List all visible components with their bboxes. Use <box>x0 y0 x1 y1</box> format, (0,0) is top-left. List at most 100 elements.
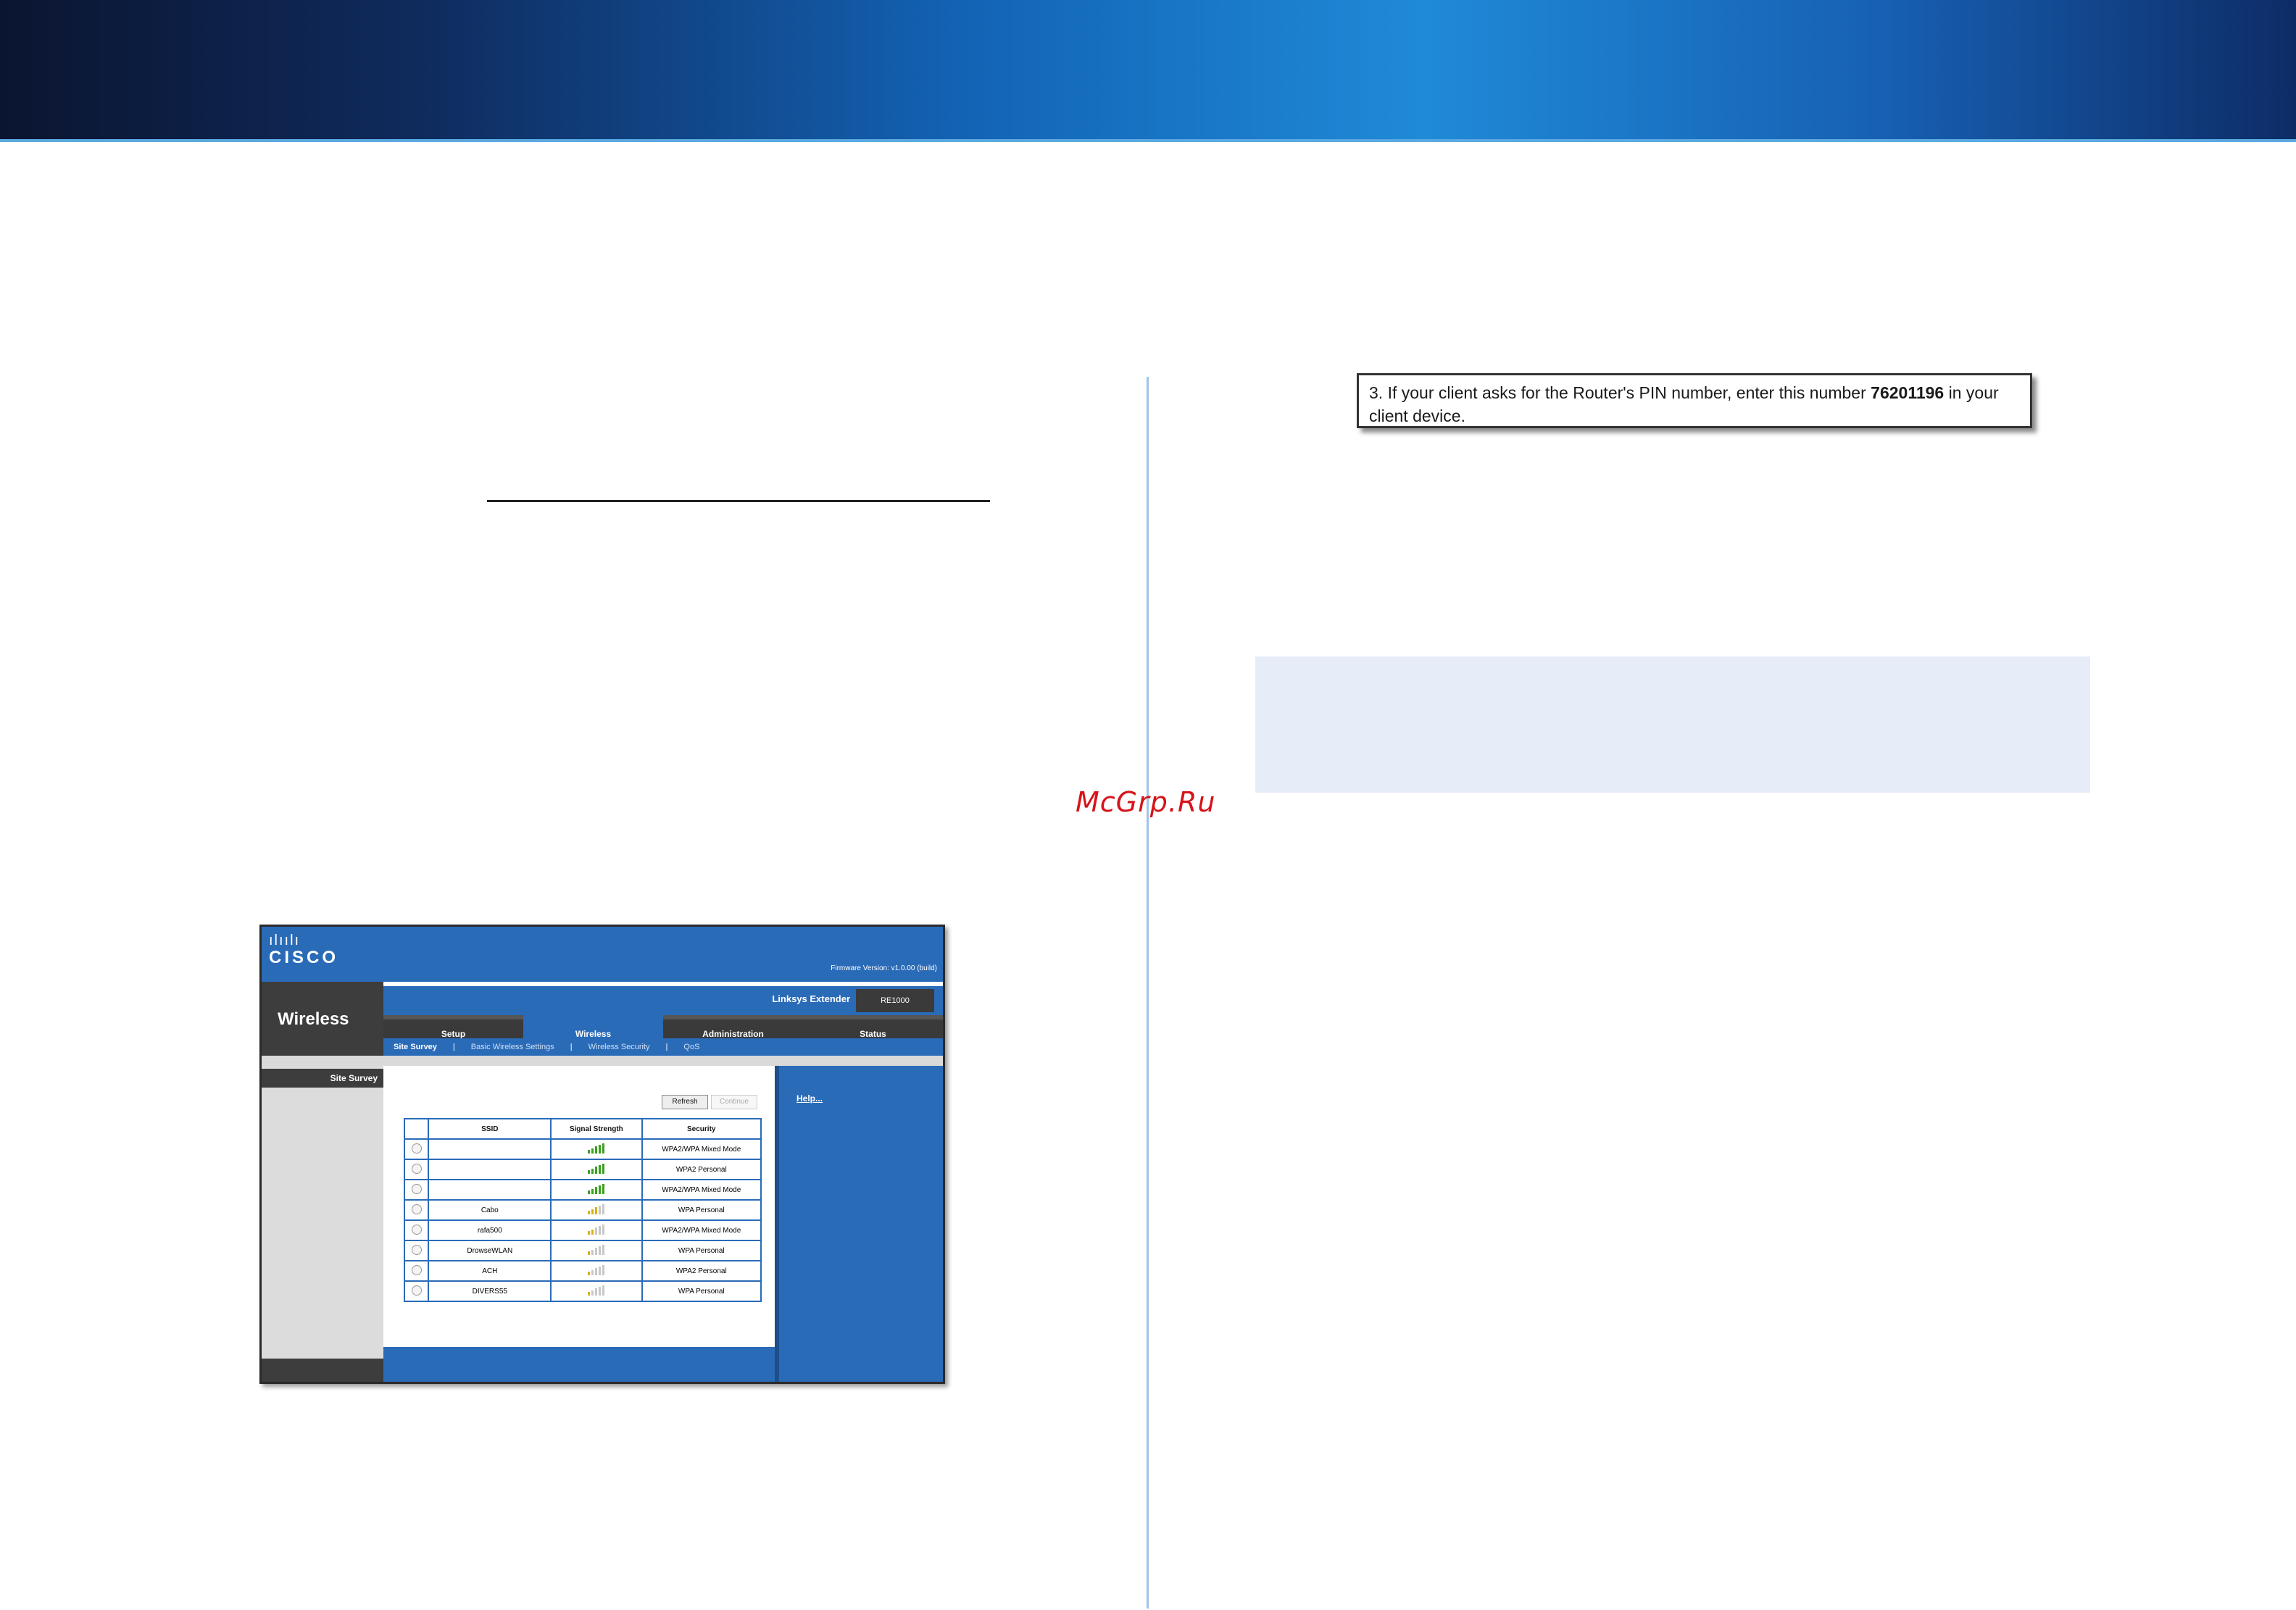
subtab-qos[interactable]: QoS <box>683 1043 699 1051</box>
select-radio[interactable] <box>411 1264 422 1275</box>
table-row[interactable]: WPA2 Personal <box>403 1159 762 1180</box>
product-name: Linksys Extender <box>772 993 850 1004</box>
tab-wireless[interactable]: Wireless <box>523 1015 663 1039</box>
signal-bar <box>595 1288 598 1296</box>
cisco-logo: ılıılı CISCO <box>269 933 338 967</box>
signal-bar <box>602 1264 605 1275</box>
security-cell: WPA2 Personal <box>641 1260 762 1282</box>
pin-instruction-box: 3. If your client asks for the Router's … <box>1357 373 2032 428</box>
left-nav: Site Survey <box>262 1066 383 1359</box>
product-bar: Linksys Extender RE1000 <box>383 986 943 1015</box>
help-link[interactable]: Help... <box>796 1093 823 1104</box>
column-divider <box>1147 377 1149 1609</box>
signal-bar <box>599 1266 602 1275</box>
select-radio[interactable] <box>411 1183 422 1194</box>
select-radio[interactable] <box>411 1204 422 1214</box>
continue-button[interactable]: Continue <box>711 1095 757 1109</box>
subtab-basic-wireless-settings[interactable]: Basic Wireless Settings <box>471 1043 554 1051</box>
ssid-cell: rafa500 <box>428 1219 552 1241</box>
table-row[interactable]: ACH WPA2 Personal <box>403 1260 762 1282</box>
signal-cell <box>550 1219 643 1241</box>
refresh-button[interactable]: Refresh <box>662 1095 708 1109</box>
footer-left <box>262 1359 383 1382</box>
signal-bar <box>588 1251 591 1255</box>
signal-bar <box>595 1146 598 1154</box>
table-row[interactable]: rafa500 WPA2/WPA Mixed Mode <box>403 1219 762 1241</box>
ssid-cell <box>428 1179 552 1201</box>
model-number: RE1000 <box>856 989 934 1012</box>
separator-strip <box>262 1056 943 1066</box>
select-radio[interactable] <box>411 1285 422 1296</box>
signal-cell <box>550 1240 643 1261</box>
signal-bar <box>602 1244 605 1255</box>
radio-cell <box>403 1219 430 1241</box>
ssid-cell <box>428 1159 552 1180</box>
left-nav-label: Site Survey <box>262 1069 383 1088</box>
signal-bar <box>588 1150 591 1154</box>
table-row[interactable]: DrowseWLAN WPA Personal <box>403 1240 762 1261</box>
help-panel: Help... <box>775 1066 943 1382</box>
sub-tabs: Site Survey | Basic Wireless Settings | Wire… <box>383 1038 943 1056</box>
column-header <box>403 1118 430 1140</box>
select-radio[interactable] <box>411 1143 422 1154</box>
router-screenshot: ılıılı CISCO Firmware Version: v1.0.00 (… <box>259 925 945 1384</box>
signal-bar <box>595 1268 598 1275</box>
signal-bar <box>588 1231 591 1235</box>
signal-bar <box>595 1227 598 1235</box>
tab-administration[interactable]: Administration <box>663 1015 803 1039</box>
signal-bar <box>599 1185 602 1194</box>
main-tabs: Setup Wireless Administration Status <box>383 1015 943 1039</box>
site-survey-table: SSID Signal Strength Security WPA2/WPA Mix… <box>403 1118 762 1302</box>
tab-status[interactable]: Status <box>803 1015 943 1039</box>
tab-setup[interactable]: Setup <box>383 1015 523 1039</box>
signal-strength-icon <box>588 1204 605 1214</box>
table-row[interactable]: DIVERS55 WPA Personal <box>403 1280 762 1302</box>
pin-line2: client device. <box>1369 406 1465 425</box>
header-banner <box>0 0 2296 139</box>
signal-bar <box>602 1224 605 1235</box>
security-cell: WPA2/WPA Mixed Mode <box>641 1219 762 1241</box>
subtab-wireless-security[interactable]: Wireless Security <box>588 1043 650 1051</box>
pin-suffix: in your <box>1944 383 1999 402</box>
signal-bar <box>588 1190 591 1194</box>
signal-bar <box>588 1170 591 1174</box>
signal-strength-icon <box>588 1163 605 1174</box>
signal-bar <box>588 1211 591 1214</box>
ssid-cell: DIVERS55 <box>428 1280 552 1302</box>
signal-bar <box>591 1168 594 1174</box>
radio-cell <box>403 1138 430 1160</box>
signal-cell <box>550 1280 643 1302</box>
watermark: McGrp.Ru <box>1076 786 1216 818</box>
signal-strength-icon <box>588 1224 605 1235</box>
signal-strength-icon <box>588 1183 605 1194</box>
select-radio[interactable] <box>411 1224 422 1235</box>
subtab-separator: | <box>570 1043 573 1051</box>
cisco-bars-icon: ılıılı <box>269 933 301 948</box>
note-box <box>1255 656 2090 793</box>
signal-bar <box>591 1290 594 1296</box>
pin-number: 76201196 <box>1871 383 1944 402</box>
select-radio[interactable] <box>411 1244 422 1255</box>
radio-cell <box>403 1260 430 1282</box>
subtab-separator: | <box>665 1043 668 1051</box>
column-header: Signal Strength <box>550 1118 643 1140</box>
subtab-separator: | <box>452 1043 455 1051</box>
signal-strength-icon <box>588 1264 605 1275</box>
section-title: Wireless <box>278 1009 349 1029</box>
cisco-wordmark: CISCO <box>269 948 339 967</box>
table-row[interactable]: WPA2/WPA Mixed Mode <box>403 1138 762 1160</box>
signal-bar <box>591 1269 594 1275</box>
security-cell: WPA Personal <box>641 1280 762 1302</box>
signal-bar <box>599 1286 602 1296</box>
signal-cell <box>550 1159 643 1180</box>
ssid-cell <box>428 1138 552 1160</box>
radio-cell <box>403 1159 430 1180</box>
select-radio[interactable] <box>411 1163 422 1174</box>
signal-bar <box>595 1248 598 1255</box>
signal-cell <box>550 1199 643 1221</box>
table-row[interactable]: Cabo WPA Personal <box>403 1199 762 1221</box>
table-row[interactable]: WPA2/WPA Mixed Mode <box>403 1179 762 1201</box>
subtab-site-survey[interactable]: Site Survey <box>394 1043 437 1051</box>
signal-bar <box>602 1285 605 1296</box>
radio-cell <box>403 1280 430 1302</box>
